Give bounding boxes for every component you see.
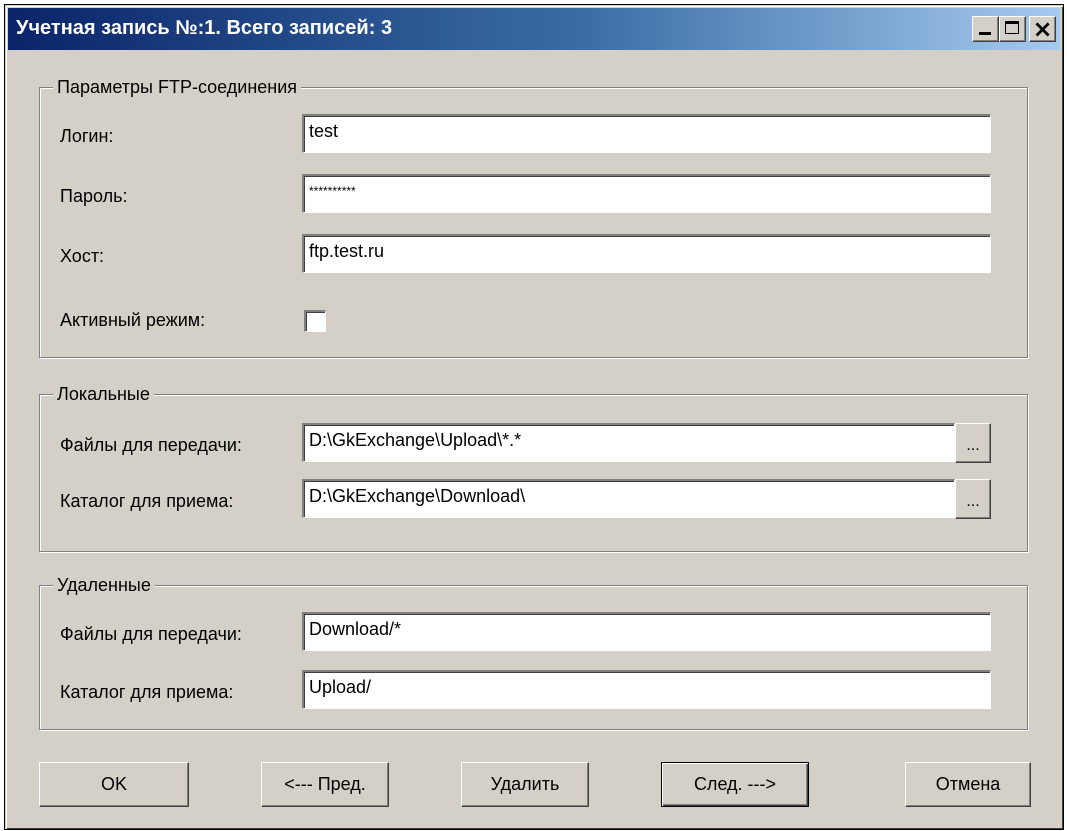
local-legend: Локальные: [53, 382, 154, 406]
window-title: Учетная запись №:1. Всего записей: 3: [16, 17, 393, 39]
minimize-button[interactable]: [972, 16, 999, 42]
local-send-label: Файлы для передачи:: [60, 435, 242, 455]
account-dialog: Учетная запись №:1. Всего записей: 3 × П…: [4, 4, 1064, 830]
local-send-browse-button[interactable]: ...: [955, 423, 991, 463]
active-mode-label: Активный режим:: [60, 310, 206, 330]
login-label: Логин:: [60, 126, 114, 146]
ok-button[interactable]: OK: [39, 762, 189, 807]
ftp-params-group: Параметры FTP-соединения Логин: test Пар…: [39, 75, 1028, 358]
active-mode-checkbox[interactable]: [304, 310, 326, 332]
close-icon: ×: [1032, 15, 1053, 43]
remote-send-input[interactable]: Download/*: [302, 612, 991, 651]
remote-group: Удаленные Файлы для передачи: Download/*…: [39, 573, 1028, 730]
local-recv-browse-button[interactable]: ...: [955, 479, 991, 519]
cancel-button[interactable]: Отмена: [905, 762, 1031, 807]
remote-send-label: Файлы для передачи:: [60, 624, 242, 644]
remote-recv-input[interactable]: Upload/: [302, 670, 991, 709]
next-button[interactable]: След. --->: [661, 762, 809, 807]
ftp-params-legend: Параметры FTP-соединения: [53, 75, 302, 99]
password-label: Пароль:: [60, 186, 128, 206]
remote-recv-label: Каталог для приема:: [60, 682, 234, 702]
title-bar[interactable]: Учетная запись №:1. Всего записей: 3 ×: [8, 8, 1060, 50]
minimize-icon: [979, 32, 991, 35]
close-button[interactable]: ×: [1029, 15, 1056, 43]
remote-legend: Удаленные: [53, 573, 155, 597]
password-input[interactable]: **********: [302, 174, 991, 213]
maximize-button[interactable]: [999, 16, 1026, 42]
delete-button[interactable]: Удалить: [461, 762, 589, 807]
prev-button[interactable]: <--- Пред.: [261, 762, 389, 807]
host-label: Хост:: [60, 246, 105, 266]
local-recv-label: Каталог для приема:: [60, 491, 234, 511]
local-recv-input[interactable]: D:\GkExchange\Download\: [302, 479, 955, 518]
local-send-input[interactable]: D:\GkExchange\Upload\*.*: [302, 423, 955, 462]
maximize-icon: [1005, 21, 1019, 34]
host-input[interactable]: ftp.test.ru: [302, 234, 991, 273]
local-group: Локальные Файлы для передачи: D:\GkExcha…: [39, 382, 1028, 552]
login-input[interactable]: test: [302, 114, 991, 153]
